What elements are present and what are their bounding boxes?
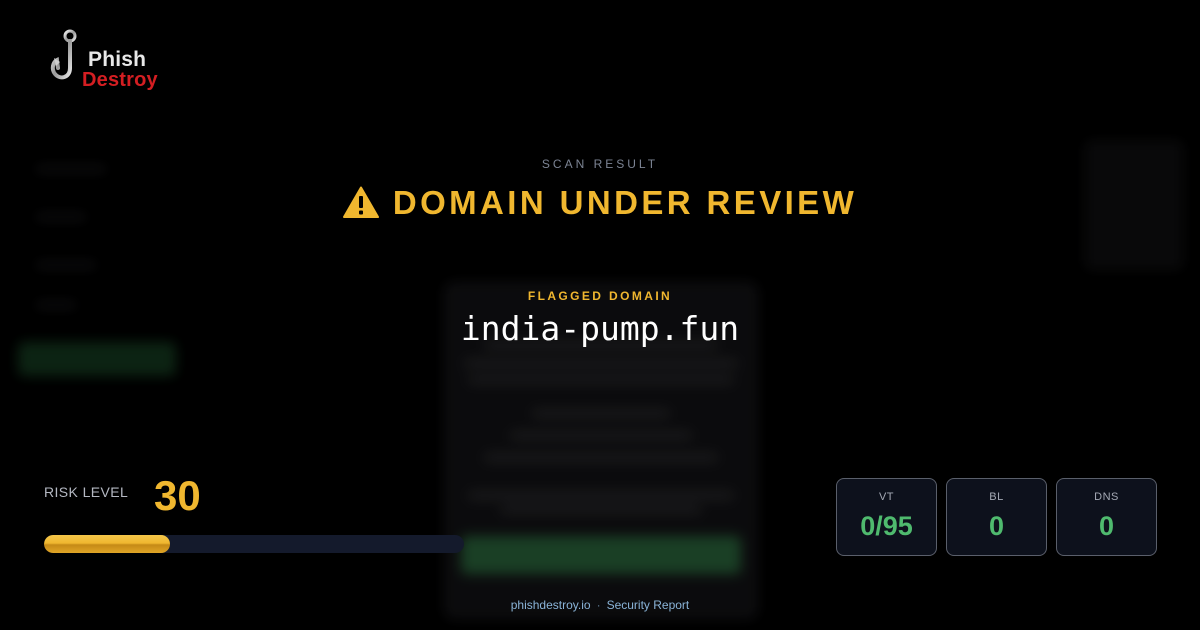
- brand-logo[interactable]: Phish Destroy: [48, 28, 178, 94]
- risk-level-value: 30: [154, 472, 201, 519]
- scan-stats: VT 0/95 BL 0 DNS 0: [836, 478, 1158, 556]
- warning-triangle-icon: [342, 186, 379, 226]
- stat-value: 0: [1098, 511, 1115, 541]
- footer-separator: ·: [596, 598, 601, 612]
- flagged-domain-value: india-pump.fun: [460, 309, 740, 348]
- risk-level-bar-fill: [44, 535, 170, 553]
- risk-level-bar: [44, 535, 464, 553]
- footer-report-label: Security Report: [606, 598, 690, 612]
- stat-card-vt: VT 0/95: [836, 478, 937, 556]
- background-line: [465, 361, 737, 366]
- stat-value: 0/95: [860, 511, 913, 541]
- stat-key: BL: [989, 491, 1004, 503]
- background-line: [36, 262, 96, 268]
- brand-name-line2: Destroy: [82, 69, 158, 91]
- stat-key: DNS: [1094, 491, 1119, 503]
- footer: phishdestroy.io · Security Report: [0, 598, 1200, 612]
- background-line: [511, 433, 691, 438]
- stat-key: VT: [878, 491, 895, 503]
- background-line: [469, 493, 733, 498]
- stat-card-bl: BL 0: [946, 478, 1047, 556]
- stat-value: 0: [988, 511, 1005, 541]
- background-line: [501, 507, 701, 512]
- scan-result-label: SCAN RESULT: [541, 157, 659, 171]
- background-line: [469, 377, 733, 382]
- scan-status-heading: DOMAIN UNDER REVIEW: [0, 184, 1200, 226]
- background-button: [461, 536, 741, 574]
- flagged-domain-label: FLAGGED DOMAIN: [527, 289, 673, 303]
- scan-status-text: DOMAIN UNDER REVIEW: [392, 184, 858, 221]
- risk-level-label: RISK LEVEL: [44, 484, 129, 500]
- stat-card-dns: DNS 0: [1056, 478, 1157, 556]
- background-line: [485, 455, 717, 460]
- background-line: [533, 411, 669, 416]
- footer-site-link[interactable]: phishdestroy.io: [511, 598, 591, 612]
